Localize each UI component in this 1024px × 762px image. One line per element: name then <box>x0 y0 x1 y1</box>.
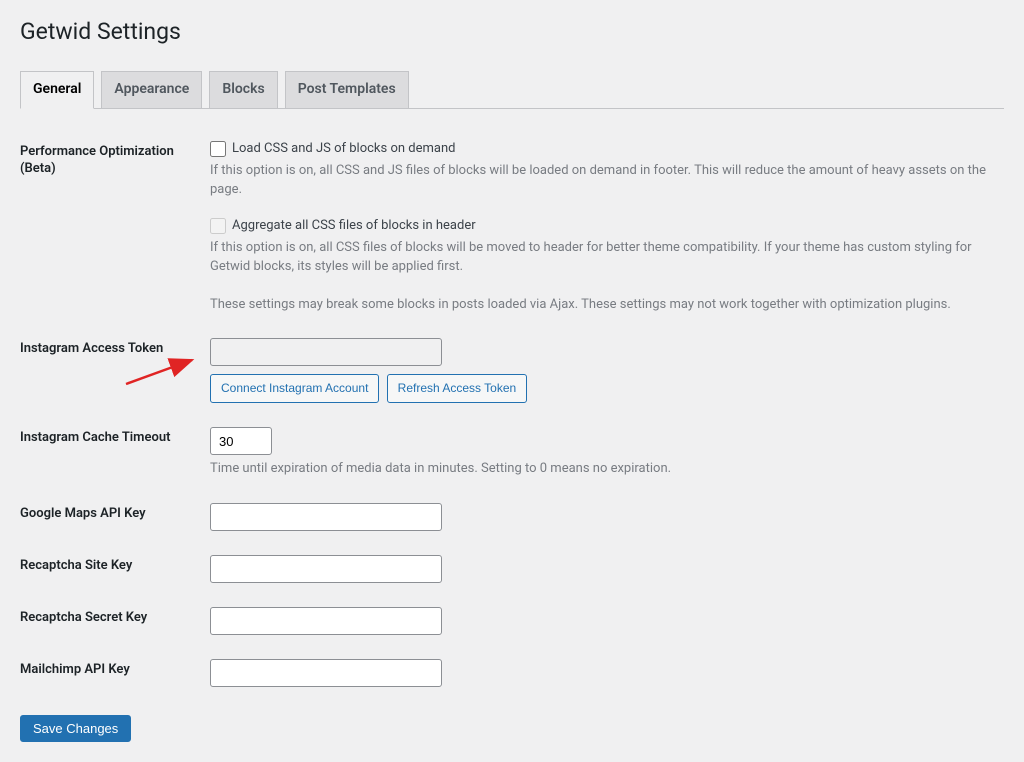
load-on-demand-checkbox[interactable] <box>210 141 226 157</box>
aggregate-checkbox <box>210 218 226 234</box>
recaptcha-site-heading: Recaptcha Site Key <box>20 543 200 595</box>
instagram-token-input[interactable] <box>210 338 442 366</box>
page-title: Getwid Settings <box>20 10 1004 49</box>
save-changes-button[interactable]: Save Changes <box>20 715 131 742</box>
tab-blocks[interactable]: Blocks <box>209 71 277 108</box>
recaptcha-secret-heading: Recaptcha Secret Key <box>20 595 200 647</box>
recaptcha-secret-input[interactable] <box>210 607 442 635</box>
google-maps-heading: Google Maps API Key <box>20 491 200 543</box>
load-on-demand-label[interactable]: Load CSS and JS of blocks on demand <box>232 141 455 156</box>
tab-bar: General Appearance Blocks Post Templates <box>20 63 1004 109</box>
mailchimp-input[interactable] <box>210 659 442 687</box>
tab-general[interactable]: General <box>20 71 94 109</box>
aggregate-desc: If this option is on, all CSS files of b… <box>210 238 994 277</box>
instagram-token-heading: Instagram Access Token <box>20 326 200 415</box>
google-maps-input[interactable] <box>210 503 442 531</box>
aggregate-label: Aggregate all CSS files of blocks in hea… <box>232 218 476 233</box>
performance-warning: These settings may break some blocks in … <box>210 295 994 315</box>
performance-heading: Performance Optimization (Beta) <box>20 129 200 327</box>
instagram-cache-heading: Instagram Cache Timeout <box>20 415 200 491</box>
mailchimp-heading: Mailchimp API Key <box>20 647 200 699</box>
refresh-token-button[interactable]: Refresh Access Token <box>387 374 528 403</box>
connect-instagram-button[interactable]: Connect Instagram Account <box>210 374 379 403</box>
recaptcha-site-input[interactable] <box>210 555 442 583</box>
tab-post-templates[interactable]: Post Templates <box>285 71 409 108</box>
instagram-cache-desc: Time until expiration of media data in m… <box>210 459 994 479</box>
tab-appearance[interactable]: Appearance <box>101 71 202 108</box>
instagram-cache-input[interactable] <box>210 427 272 455</box>
settings-form: Performance Optimization (Beta) Load CSS… <box>20 129 1004 699</box>
load-on-demand-desc: If this option is on, all CSS and JS fil… <box>210 161 994 200</box>
